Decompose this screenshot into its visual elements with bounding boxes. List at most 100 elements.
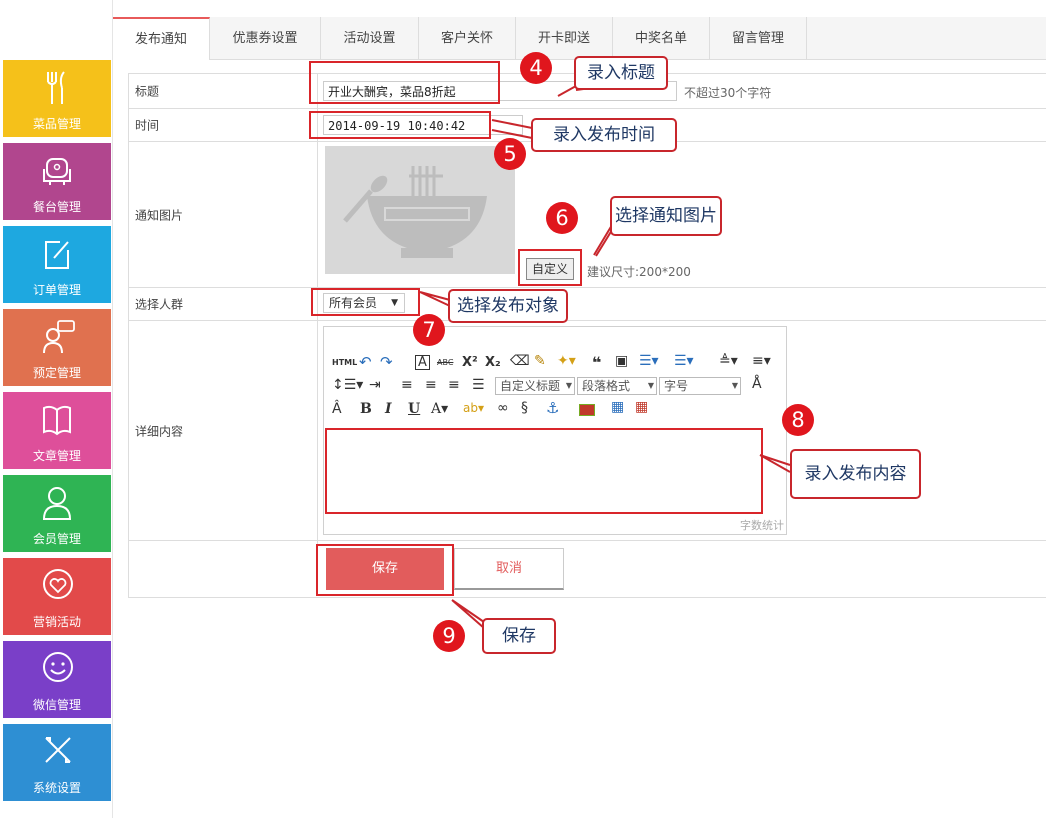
paste-text-icon[interactable]: ▣ [615,353,628,369]
callout-save: 保存 [482,618,556,654]
step-7-badge: 7 [413,314,445,346]
anchor-icon[interactable]: ⚓ [546,399,559,417]
underline-icon[interactable]: U [408,401,420,417]
line-height-icon[interactable]: ≜▾ [719,353,738,369]
insert-table-icon[interactable]: ▦ [611,399,624,415]
format-brush-icon[interactable]: ✎ [534,353,546,369]
magic-wand-icon[interactable]: ✦▾ [557,353,576,369]
unordered-list-icon[interactable]: ☰▾ [674,353,694,369]
sidebar: 菜品管理 餐台管理 订单管理 预定管理 文章管理 会员管理 营销活动 微信管理 … [0,0,113,818]
step-5-badge: 5 [494,138,526,170]
insert-image-icon[interactable] [579,404,595,416]
content-label: 详细内容 [135,424,184,438]
tab-customer-care[interactable]: 客户关怀 [419,17,516,59]
tab-publish-notice[interactable]: 发布通知 [113,17,210,60]
title-label: 标题 [135,84,160,99]
highlight-save [316,544,454,596]
book-icon [43,405,71,436]
sidebar-item-orders[interactable]: 订单管理 [3,226,111,303]
sidebar-item-settings[interactable]: 系统设置 [3,724,111,801]
smile-icon [43,652,73,682]
tab-activity-settings[interactable]: 活动设置 [321,17,419,59]
audience-label: 选择人群 [135,297,184,312]
cancel-button[interactable]: 取消 [454,548,564,590]
delete-table-icon[interactable]: ▦ [635,399,648,415]
highlight-icon[interactable]: ab▾ [463,401,484,415]
callout-select-image: 选择通知图片 [610,196,722,236]
ordered-list-icon[interactable]: ☰▾ [639,353,659,369]
sidebar-item-reservations[interactable]: 预定管理 [3,309,111,386]
user-icon [42,487,72,520]
tab-bar: 发布通知 优惠券设置 活动设置 客户关怀 开卡即送 中奖名单 留言管理 [113,17,1046,60]
step-8-badge: 8 [782,404,814,436]
sidebar-item-label: 菜品管理 [32,117,81,131]
paragraph-spacing-icon[interactable]: ≡▾ [752,353,771,369]
highlight-custom-button [518,249,582,286]
highlight-content [325,428,763,514]
custom-title-select[interactable]: 自定义标题 ▼ [495,377,575,395]
notice-image[interactable] [325,146,515,274]
person-chat-icon [43,320,75,354]
sidebar-item-tables[interactable]: 餐台管理 [3,143,111,220]
font-color-icon[interactable]: A▾ [431,401,448,417]
tab-message-management[interactable]: 留言管理 [710,17,807,59]
redo-icon[interactable]: ↷ [380,353,393,371]
subscript-icon[interactable]: X₂ [485,355,501,370]
step-6-badge: 6 [546,202,578,234]
italic-icon[interactable]: I [385,401,392,417]
image-label: 通知图片 [135,208,184,222]
eraser-icon[interactable]: ⌫ [510,353,530,369]
row-audience: 选择人群 [129,288,1046,321]
paragraph-format-select[interactable]: 段落格式 ▼ [577,377,657,395]
row-actions [129,541,1046,596]
font-size-select[interactable]: 字号 ▼ [659,377,741,395]
html-source-button[interactable]: HTML [332,358,357,367]
fork-knife-icon [47,71,65,104]
align-right-icon[interactable]: ≡ [448,377,460,393]
sidebar-item-label: 订单管理 [32,283,81,297]
unlink-icon[interactable]: § [521,400,528,416]
bold-icon[interactable]: B [360,401,372,417]
font-border-icon[interactable]: A [415,355,430,370]
editor-toolbar: HTML ↶ ↷ A ABC X² X₂ ⌫ ✎ ✦▾ ❝ ▣ ☰▾ ☰▾ ≜▾… [324,327,786,427]
tab-winner-list[interactable]: 中奖名单 [613,17,710,59]
title-hint: 不超过30个字符 [684,86,772,100]
sidebar-item-dishes[interactable]: 菜品管理 [3,60,111,137]
align-justify-icon[interactable]: ☰ [472,377,485,393]
sidebar-item-label: 微信管理 [32,698,81,712]
step-9-badge: 9 [433,620,465,652]
row-spacing-icon[interactable]: ↕☰▾ [332,377,363,393]
sidebar-item-articles[interactable]: 文章管理 [3,392,111,469]
callout-select-audience: 选择发布对象 [448,289,568,323]
strikethrough-icon[interactable]: ABC [437,358,453,367]
font-family-icon[interactable]: Â [332,401,342,417]
sidebar-item-label: 文章管理 [32,449,81,463]
tab-coupon-settings[interactable]: 优惠券设置 [210,17,321,59]
align-left-icon[interactable]: ≡ [401,377,413,393]
highlight-title [309,61,500,104]
word-count: 字数统计 [740,519,784,532]
sidebar-item-members[interactable]: 会员管理 [3,475,111,552]
superscript-icon[interactable]: X² [462,355,478,370]
undo-icon[interactable]: ↶ [359,353,372,371]
highlight-time [309,111,491,139]
indent-icon[interactable]: ⇥ [369,377,381,393]
callout-enter-time: 录入发布时间 [531,118,677,152]
quote-icon[interactable]: ❝ [592,353,601,372]
step-4-badge: 4 [520,52,552,84]
clear-format-icon[interactable]: Å [752,376,762,392]
sidebar-item-label: 会员管理 [32,532,81,546]
link-icon[interactable]: ∞ [497,400,509,416]
sidebar-item-wechat[interactable]: 微信管理 [3,641,111,718]
sidebar-item-label: 系统设置 [32,781,81,795]
edit-note-icon [45,241,69,269]
sidebar-item-marketing[interactable]: 营销活动 [3,558,111,635]
tools-icon [45,737,71,763]
armchair-icon [43,158,71,185]
highlight-audience [311,288,420,316]
time-label: 时间 [135,118,160,133]
heart-bubble-icon [43,569,73,599]
size-hint: 建议尺寸:200*200 [587,265,691,279]
align-center-icon[interactable]: ≡ [425,377,437,393]
sidebar-item-label: 预定管理 [32,366,81,380]
